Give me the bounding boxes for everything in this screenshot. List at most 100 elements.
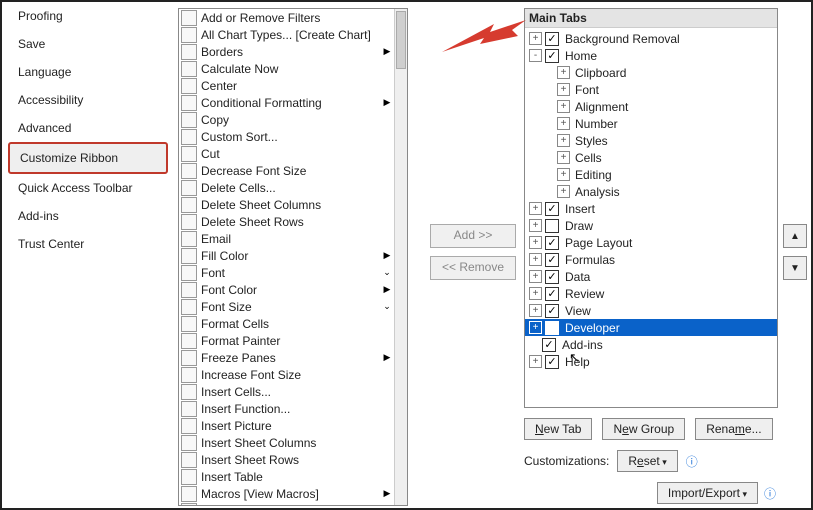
command-item[interactable]: Freeze Panes▶ [179,349,395,366]
checkbox[interactable] [545,253,559,267]
tree-node-cells[interactable]: +Cells [525,149,777,166]
nav-item-save[interactable]: Save [8,30,168,58]
expander-icon[interactable]: + [529,236,542,249]
checkbox[interactable] [545,304,559,318]
main-tabs-tree[interactable]: Main Tabs +Background Removal-Home+Clipb… [524,8,778,408]
expander-icon[interactable]: + [557,134,570,147]
new-group-button[interactable]: New Group [602,418,685,440]
expander-icon[interactable]: + [529,321,542,334]
command-item[interactable]: Decrease Font Size [179,162,395,179]
tree-node-view[interactable]: +View [525,302,777,319]
command-item[interactable]: Increase Font Size [179,366,395,383]
expander-icon[interactable]: + [529,219,542,232]
command-item[interactable]: Conditional Formatting▶ [179,94,395,111]
nav-item-accessibility[interactable]: Accessibility [8,86,168,114]
command-item[interactable]: Insert Cells... [179,383,395,400]
checkbox[interactable] [545,287,559,301]
command-item[interactable]: Center [179,77,395,94]
command-item[interactable]: Add or Remove Filters [179,9,395,26]
expander-icon[interactable]: + [529,32,542,45]
nav-item-add-ins[interactable]: Add-ins [8,202,168,230]
command-item[interactable]: Macros [View Macros]▶ [179,485,395,502]
tree-node-review[interactable]: +Review [525,285,777,302]
command-item[interactable]: Font⌄ [179,264,395,281]
command-item[interactable]: Delete Cells... [179,179,395,196]
expander-icon[interactable]: - [529,49,542,62]
tree-node-alignment[interactable]: +Alignment [525,98,777,115]
import-export-dropdown[interactable]: Import/Export [657,482,758,504]
tree-node-styles[interactable]: +Styles [525,132,777,149]
expander-icon[interactable]: + [557,185,570,198]
command-item[interactable]: Borders▶ [179,43,395,60]
checkbox[interactable] [545,270,559,284]
add-button[interactable]: Add >> [430,224,516,248]
expander-icon[interactable]: + [557,168,570,181]
expander-icon[interactable]: + [557,66,570,79]
tree-node-font[interactable]: +Font [525,81,777,98]
command-item[interactable]: Insert Sheet Columns [179,434,395,451]
command-item[interactable]: Fill Color▶ [179,247,395,264]
command-item[interactable]: Insert Sheet Rows [179,451,395,468]
expander-icon[interactable]: + [529,287,542,300]
expander-icon[interactable]: + [529,304,542,317]
expander-icon[interactable]: + [557,117,570,130]
tree-node-add-ins[interactable]: Add-ins [525,336,777,353]
tree-node-editing[interactable]: +Editing [525,166,777,183]
command-item[interactable]: Merge & Center▶ [179,502,395,506]
checkbox[interactable] [545,321,559,335]
command-item[interactable]: Insert Table [179,468,395,485]
commands-scrollbar[interactable] [394,9,407,505]
expander-icon[interactable]: + [557,100,570,113]
command-item[interactable]: Calculate Now [179,60,395,77]
tree-node-insert[interactable]: +Insert [525,200,777,217]
command-item[interactable]: All Chart Types... [Create Chart] [179,26,395,43]
checkbox[interactable] [542,338,556,352]
nav-item-advanced[interactable]: Advanced [8,114,168,142]
reset-dropdown[interactable]: Reset [617,450,677,472]
nav-item-trust-center[interactable]: Trust Center [8,230,168,258]
expander-icon[interactable]: + [529,202,542,215]
command-item[interactable]: Font Color▶ [179,281,395,298]
nav-item-language[interactable]: Language [8,58,168,86]
nav-item-customize-ribbon[interactable]: Customize Ribbon [8,142,168,174]
rename-button[interactable]: Rename... [695,418,772,440]
tree-node-home[interactable]: -Home [525,47,777,64]
command-item[interactable]: Format Cells [179,315,395,332]
command-item[interactable]: Format Painter [179,332,395,349]
checkbox[interactable] [545,219,559,233]
tree-node-developer[interactable]: +Developer [525,319,777,336]
expander-icon[interactable]: + [557,83,570,96]
command-item[interactable]: Email [179,230,395,247]
tree-node-clipboard[interactable]: +Clipboard [525,64,777,81]
command-item[interactable]: Insert Function... [179,400,395,417]
expander-icon[interactable]: + [557,151,570,164]
command-item[interactable]: Font Size⌄ [179,298,395,315]
tree-node-analysis[interactable]: +Analysis [525,183,777,200]
expander-icon[interactable]: + [529,253,542,266]
nav-item-quick-access-toolbar[interactable]: Quick Access Toolbar [8,174,168,202]
new-tab-button[interactable]: New Tab [524,418,592,440]
commands-listbox[interactable]: Add or Remove FiltersAll Chart Types... … [178,8,408,506]
checkbox[interactable] [545,355,559,369]
command-item[interactable]: Insert Picture [179,417,395,434]
checkbox[interactable] [545,49,559,63]
remove-button[interactable]: << Remove [430,256,516,280]
expander-icon[interactable]: + [529,355,542,368]
move-down-button[interactable]: ▼ [783,256,807,280]
checkbox[interactable] [545,236,559,250]
tree-node-background-removal[interactable]: +Background Removal [525,30,777,47]
nav-item-proofing[interactable]: Proofing [8,2,168,30]
command-item[interactable]: Custom Sort... [179,128,395,145]
command-item[interactable]: Delete Sheet Rows [179,213,395,230]
scrollbar-thumb[interactable] [396,11,406,69]
tree-node-page-layout[interactable]: +Page Layout [525,234,777,251]
info-icon[interactable]: ⓘ [686,453,698,470]
move-up-button[interactable]: ▲ [783,224,807,248]
tree-node-draw[interactable]: +Draw [525,217,777,234]
command-item[interactable]: Delete Sheet Columns [179,196,395,213]
checkbox[interactable] [545,202,559,216]
tree-node-formulas[interactable]: +Formulas [525,251,777,268]
command-item[interactable]: Cut [179,145,395,162]
tree-node-number[interactable]: +Number [525,115,777,132]
expander-icon[interactable]: + [529,270,542,283]
